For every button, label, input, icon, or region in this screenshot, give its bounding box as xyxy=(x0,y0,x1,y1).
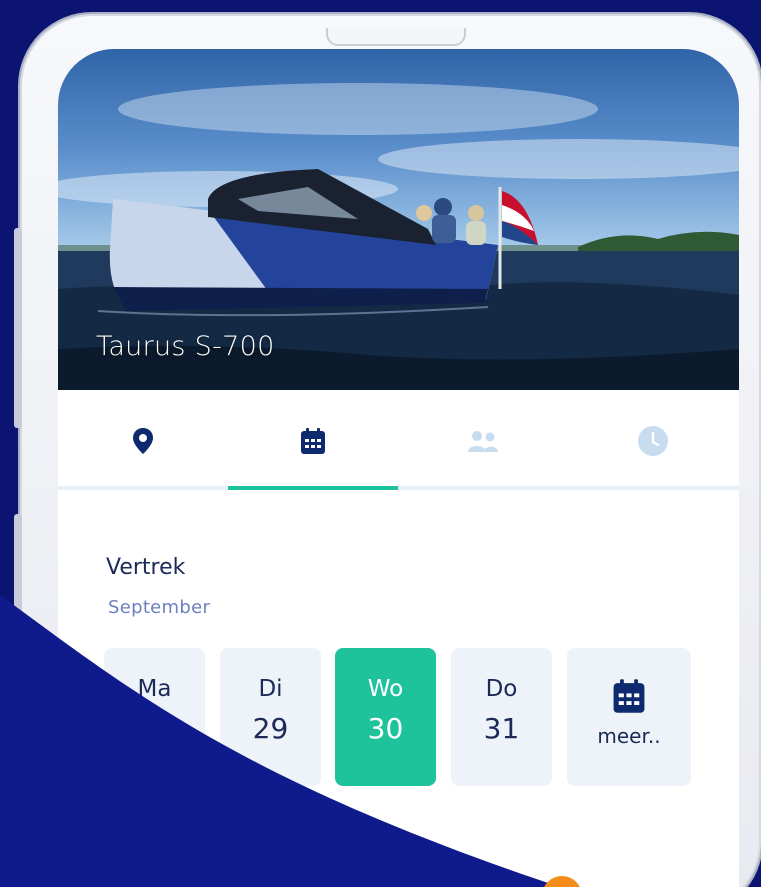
tab-time[interactable] xyxy=(568,390,738,491)
day-number: 29 xyxy=(252,712,289,745)
day-number: 31 xyxy=(483,712,520,745)
more-dates-button[interactable]: meer.. xyxy=(567,648,691,786)
tab-calendar[interactable] xyxy=(228,390,398,491)
tab-guests[interactable] xyxy=(398,390,568,491)
people-icon xyxy=(468,430,498,452)
day-card[interactable]: Ma 28 xyxy=(104,648,205,786)
tab-bar xyxy=(58,390,739,491)
day-card[interactable]: Do 31 xyxy=(451,648,552,786)
day-number: 28 xyxy=(136,712,173,745)
power-button xyxy=(14,514,22,618)
day-name: Wo xyxy=(367,676,404,702)
month-label: September xyxy=(108,597,211,618)
calendar-icon xyxy=(301,427,325,454)
more-label: meer.. xyxy=(597,724,661,748)
map-pin-icon xyxy=(133,427,153,454)
hero-image: Taurus S-700 xyxy=(58,49,739,390)
volume-button xyxy=(14,228,22,428)
tab-track xyxy=(58,486,739,490)
tab-location[interactable] xyxy=(58,390,228,491)
day-name: Do xyxy=(485,676,518,702)
day-name: Di xyxy=(258,676,283,702)
day-card[interactable]: Di 29 xyxy=(220,648,321,786)
day-name: Ma xyxy=(137,676,172,702)
tab-active-indicator xyxy=(228,486,398,490)
phone-notch xyxy=(326,28,466,46)
day-card-selected[interactable]: Wo 30 xyxy=(335,648,436,786)
calendar-icon xyxy=(613,679,645,713)
boat-title: Taurus S-700 xyxy=(96,331,275,362)
calendar-icon-wrap xyxy=(567,678,691,718)
day-number: 30 xyxy=(367,712,404,745)
departure-title: Vertrek xyxy=(106,555,186,580)
clock-icon xyxy=(638,425,668,456)
app-screen: Taurus S-700 Vertrek September Ma 28 Di … xyxy=(58,49,739,887)
